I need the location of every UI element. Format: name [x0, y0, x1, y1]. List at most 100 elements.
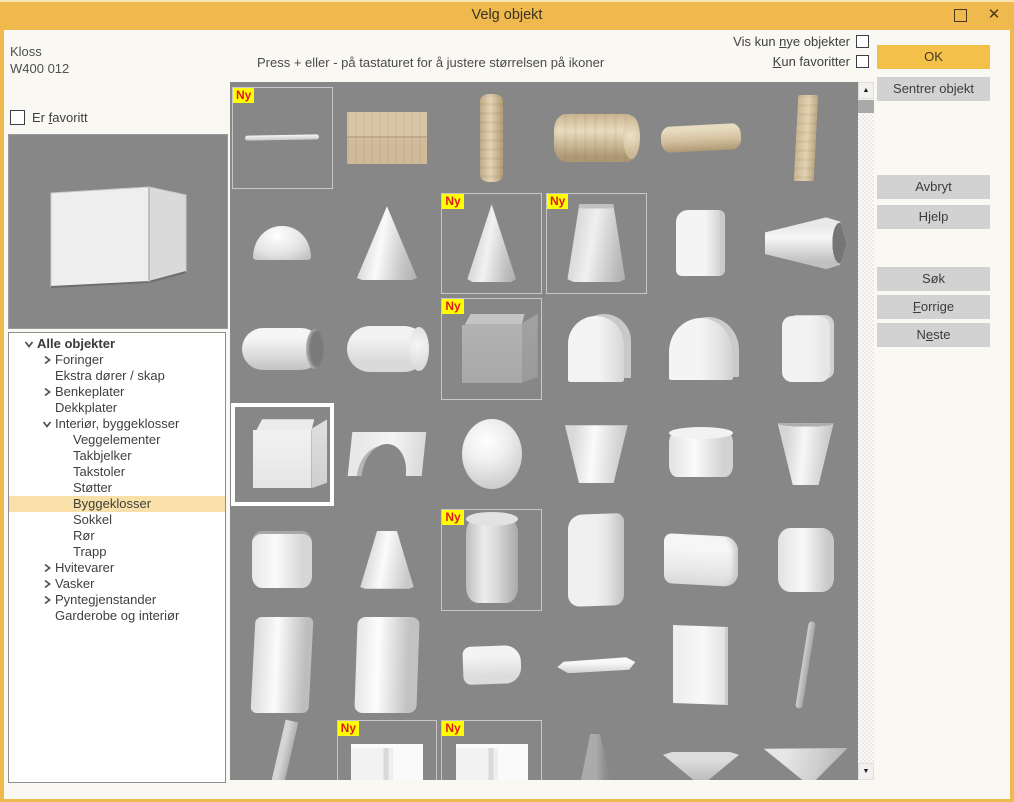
object-thumbnail-cell[interactable] [649, 191, 754, 297]
rounded-slab-flat-thumbnail [782, 316, 830, 382]
tree-item-benkeplater[interactable]: Benkeplater [9, 384, 225, 400]
object-thumbnail-cell[interactable] [335, 613, 440, 719]
object-thumbnail-cell[interactable] [439, 402, 544, 508]
tree-item-garderobe-og-interiør[interactable]: Garderobe og interiør [9, 608, 225, 624]
object-thumbnail-cell[interactable] [230, 402, 335, 508]
chevron-right-icon[interactable] [39, 384, 55, 400]
favorite-label: Er favoritt [32, 110, 88, 125]
chevron-right-icon[interactable] [39, 352, 55, 368]
object-thumbnail-cell[interactable] [544, 402, 649, 508]
object-thumbnail-cell[interactable]: Ny [230, 85, 335, 191]
object-thumbnail-cell[interactable] [439, 613, 544, 719]
object-thumbnail-cell[interactable] [544, 85, 649, 191]
scrollbar-thumb[interactable] [858, 100, 874, 113]
sentrer-button[interactable]: Sentrer objekt [877, 77, 990, 101]
checkbox[interactable] [856, 55, 869, 68]
object-thumbnail-cell[interactable] [753, 613, 858, 719]
object-thumbnail-cell[interactable] [230, 613, 335, 719]
tall-pillar-2-thumbnail [354, 617, 419, 713]
tree-item-foringer[interactable]: Foringer [9, 352, 225, 368]
selected-object-code: W400 012 [10, 61, 69, 76]
preview-cube [9, 135, 227, 328]
object-thumbnail-cell[interactable] [335, 296, 440, 402]
filter-show-new-only[interactable]: Vis kun nye objekter [733, 34, 869, 49]
object-thumbnail-cell[interactable] [544, 613, 649, 719]
dialog-content: Kloss W400 012 Press + eller - på tastat… [4, 30, 1010, 799]
tree-item-label: Benkeplater [55, 384, 124, 400]
sok-button[interactable]: Søk [877, 267, 990, 291]
object-thumbnail-cell[interactable]: Ny [544, 191, 649, 297]
object-thumbnail-cell[interactable] [649, 718, 754, 780]
maximize-icon[interactable] [954, 9, 967, 22]
tree-item-veggelementer[interactable]: Veggelementer [9, 432, 225, 448]
object-thumbnail-cell[interactable]: Ny [439, 718, 544, 780]
tree-item-alle-objekter[interactable]: Alle objekter [9, 336, 225, 352]
tree-item-trapp[interactable]: Trapp [9, 544, 225, 560]
tree-item-ekstra-dører-skap[interactable]: Ekstra dører / skap [9, 368, 225, 384]
object-thumbnail-cell[interactable]: Ny [439, 507, 544, 613]
favorite-checkbox[interactable] [10, 110, 25, 125]
grid-scrollbar[interactable]: ▲ ▼ [858, 82, 874, 780]
object-thumbnail-cell[interactable] [753, 718, 858, 780]
object-thumbnail-cell[interactable]: Ny [439, 191, 544, 297]
filter-favorites-only[interactable]: Kun favoritter [773, 54, 869, 69]
tree-item-sokkel[interactable]: Sokkel [9, 512, 225, 528]
object-thumbnail-cell[interactable]: Ny [335, 718, 440, 780]
object-thumbnail-cell[interactable] [753, 296, 858, 402]
tree-item-interiør-byggeklosser[interactable]: Interiør, byggeklosser [9, 416, 225, 432]
tree-item-rør[interactable]: Rør [9, 528, 225, 544]
hjelp-button[interactable]: Hjelp [877, 205, 990, 229]
object-thumbnail-cell[interactable] [544, 718, 649, 780]
tree-item-dekkplater[interactable]: Dekkplater [9, 400, 225, 416]
chevron-right-icon[interactable] [39, 576, 55, 592]
arch-bridge-thumbnail [348, 432, 427, 476]
chevron-spacer [57, 480, 73, 496]
tree-item-støtter[interactable]: Støtter [9, 480, 225, 496]
scroll-down-icon[interactable]: ▼ [858, 763, 874, 780]
tree-item-takbjelker[interactable]: Takbjelker [9, 448, 225, 464]
ok-button[interactable]: OK [877, 45, 990, 69]
object-thumbnail-cell[interactable] [230, 718, 335, 780]
object-thumbnail-cell[interactable] [649, 296, 754, 402]
object-thumbnail-cell[interactable] [335, 191, 440, 297]
tree-item-label: Ekstra dører / skap [55, 368, 165, 384]
chevron-right-icon[interactable] [39, 560, 55, 576]
object-thumbnail-cell[interactable] [230, 191, 335, 297]
tree-item-takstoler[interactable]: Takstoler [9, 464, 225, 480]
object-thumbnail-cell[interactable] [230, 507, 335, 613]
tree-item-byggeklosser[interactable]: Byggeklosser [9, 496, 225, 512]
rounded-slab-thumbnail [676, 210, 725, 276]
object-thumbnail-cell[interactable] [649, 402, 754, 508]
neste-button[interactable]: Neste [877, 323, 990, 347]
avbryt-button[interactable]: Avbryt [877, 175, 990, 199]
object-thumbnail-cell[interactable] [544, 507, 649, 613]
object-thumbnail-cell[interactable]: Ny [439, 296, 544, 402]
object-thumbnail-cell[interactable] [439, 85, 544, 191]
object-thumbnail-cell[interactable] [753, 507, 858, 613]
checkbox[interactable] [856, 35, 869, 48]
object-thumbnail-cell[interactable] [335, 402, 440, 508]
object-thumbnail-cell[interactable] [335, 85, 440, 191]
object-thumbnail-cell[interactable] [544, 296, 649, 402]
object-thumbnail-cell[interactable] [649, 507, 754, 613]
object-thumbnail-cell[interactable] [230, 296, 335, 402]
object-thumbnail-cell[interactable] [753, 402, 858, 508]
close-icon[interactable]: ✕ [984, 4, 1004, 26]
object-thumbnail-cell[interactable] [649, 85, 754, 191]
object-thumbnail-cell[interactable] [335, 507, 440, 613]
flat-funnel-thumbnail [663, 752, 739, 780]
new-badge: Ny [442, 510, 463, 525]
favorite-checkbox-row[interactable]: Er favoritt [10, 110, 88, 125]
object-thumbnail-cell[interactable] [753, 85, 858, 191]
forrige-button[interactable]: Forrige [877, 295, 990, 319]
tree-item-pyntegjenstander[interactable]: Pyntegjenstander [9, 592, 225, 608]
object-thumbnail-cell[interactable] [649, 613, 754, 719]
chevron-down-icon[interactable] [21, 336, 37, 352]
tree-item-vasker[interactable]: Vasker [9, 576, 225, 592]
scroll-up-icon[interactable]: ▲ [858, 82, 874, 99]
chevron-down-icon[interactable] [39, 416, 55, 432]
rounded-box-small-thumbnail [462, 645, 521, 685]
object-thumbnail-cell[interactable] [753, 191, 858, 297]
tree-item-hvitevarer[interactable]: Hvitevarer [9, 560, 225, 576]
chevron-right-icon[interactable] [39, 592, 55, 608]
